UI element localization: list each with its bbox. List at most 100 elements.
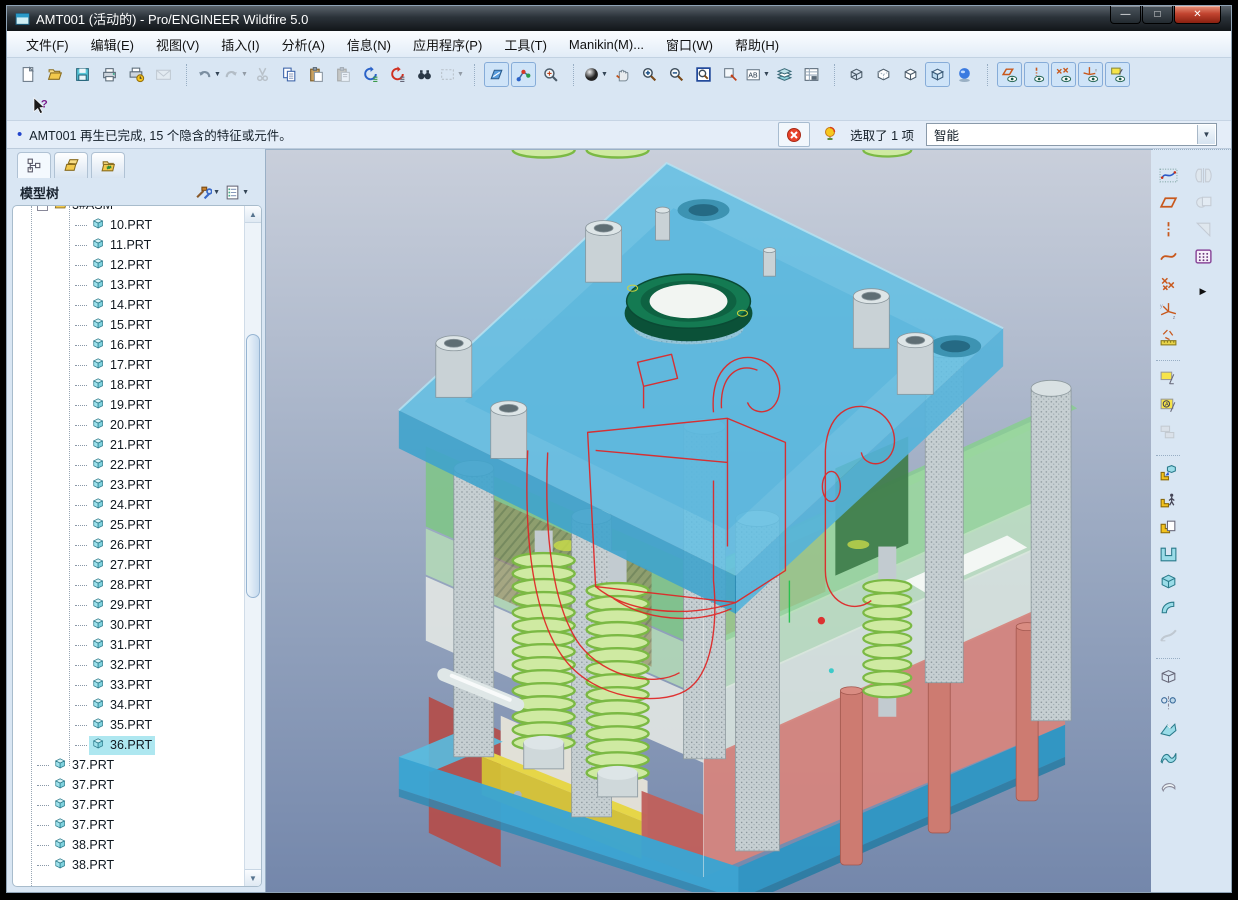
surface-tool-button[interactable] <box>1154 744 1182 771</box>
tree-item[interactable]: 16.PRT <box>13 335 244 355</box>
tree-item[interactable]: 19.PRT <box>13 395 244 415</box>
chevron-down-icon[interactable]: ▼ <box>1197 125 1215 144</box>
sketch-tool-button[interactable] <box>1154 162 1182 189</box>
favorites-tab[interactable] <box>91 152 125 178</box>
split-tool-button[interactable] <box>1189 162 1217 189</box>
scroll-up-arrow[interactable]: ▲ <box>245 206 261 223</box>
annotation-feature-button[interactable] <box>1154 365 1182 392</box>
wireframe-button[interactable] <box>844 62 869 87</box>
tree-item[interactable]: 18.PRT <box>13 375 244 395</box>
tree-item[interactable]: 38.PRT <box>13 835 244 855</box>
tree-item[interactable]: 21.PRT <box>13 435 244 455</box>
selection-filter-combobox[interactable]: 智能 ▼ <box>926 123 1217 146</box>
tree-item[interactable]: 28.PRT <box>13 575 244 595</box>
print-button[interactable] <box>97 62 122 87</box>
flatten-tool-button[interactable] <box>1154 717 1182 744</box>
datum-csys-tool-button[interactable]: yz <box>1154 297 1182 324</box>
new-file-button[interactable] <box>16 62 41 87</box>
regenerate-button[interactable] <box>358 62 383 87</box>
zoom-in-button[interactable] <box>637 62 662 87</box>
render-style-button[interactable]: ▼ <box>583 62 608 87</box>
tree-item[interactable]: 10.PRT <box>13 215 244 235</box>
maximize-button[interactable]: □ <box>1142 6 1173 24</box>
tree-item[interactable]: 31.PRT <box>13 635 244 655</box>
tree-clipped-row[interactable]: −3#ASM <box>13 206 244 215</box>
datum-plane-tool-button[interactable] <box>1154 189 1182 216</box>
annotation-extra-button[interactable] <box>1154 419 1182 446</box>
tree-item[interactable]: 15.PRT <box>13 315 244 335</box>
tree-item[interactable]: 23.PRT <box>13 475 244 495</box>
folder-browser-tab[interactable] <box>54 152 88 178</box>
select-box-button[interactable]: ▼ <box>439 62 464 87</box>
paste-special-button[interactable] <box>331 62 356 87</box>
reorient-button[interactable] <box>718 62 743 87</box>
menu-item[interactable]: 插入(I) <box>210 32 270 57</box>
close-button[interactable]: ✕ <box>1174 6 1221 24</box>
chevron-down-icon[interactable]: ▼ <box>457 71 464 78</box>
paste-button[interactable] <box>304 62 329 87</box>
wireframe-box-tool-button[interactable] <box>1154 663 1182 690</box>
revolve-tool-button[interactable] <box>1154 595 1182 622</box>
menu-item[interactable]: 应用程序(P) <box>402 32 493 57</box>
boundary-tool-button[interactable] <box>1154 771 1182 798</box>
search-3d-button[interactable] <box>538 62 563 87</box>
tree-item[interactable]: 11.PRT <box>13 235 244 255</box>
trim-tool-button[interactable] <box>1189 216 1217 243</box>
annotations-toggle-button[interactable] <box>1105 62 1130 87</box>
assemble-component-button[interactable] <box>1154 460 1182 487</box>
open-file-button[interactable] <box>43 62 68 87</box>
viewport-3d[interactable] <box>265 149 1151 892</box>
layers-button[interactable] <box>772 62 797 87</box>
datum-planes-toggle-button[interactable] <box>997 62 1022 87</box>
datum-curve-tool-button[interactable] <box>1154 243 1182 270</box>
tree-item[interactable]: 29.PRT <box>13 595 244 615</box>
menu-item[interactable]: 工具(T) <box>493 32 558 57</box>
tree-item[interactable]: 14.PRT <box>13 295 244 315</box>
chevron-down-icon[interactable]: ▼ <box>241 71 248 78</box>
regenerate-manager-button[interactable] <box>385 62 410 87</box>
undo-button[interactable]: ▼ <box>196 62 221 87</box>
redo-button[interactable]: ▼ <box>223 62 248 87</box>
keyboard-panel-button[interactable] <box>1189 243 1217 270</box>
menu-item[interactable]: 信息(N) <box>336 32 402 57</box>
refit-button[interactable] <box>691 62 716 87</box>
tree-item[interactable]: 36.PRT <box>13 735 244 755</box>
tree-settings-menu[interactable]: ▼ <box>195 184 220 201</box>
datum-points-toggle-button[interactable] <box>1051 62 1076 87</box>
stop-button[interactable] <box>778 122 810 147</box>
chevron-down-icon[interactable]: ▼ <box>214 71 221 78</box>
tree-item[interactable]: 32.PRT <box>13 655 244 675</box>
tree-item[interactable]: 37.PRT <box>13 755 244 775</box>
scroll-down-arrow[interactable]: ▼ <box>245 869 261 886</box>
no-hidden-line-button[interactable] <box>898 62 923 87</box>
tree-item[interactable]: 17.PRT <box>13 355 244 375</box>
point-ruler-tool-button[interactable] <box>1154 324 1182 351</box>
tree-item[interactable]: 12.PRT <box>13 255 244 275</box>
tree-item[interactable]: 13.PRT <box>13 275 244 295</box>
saved-views-button[interactable]: AB▼ <box>745 62 770 87</box>
zoom-out-button[interactable] <box>664 62 689 87</box>
datum-display-filter-button[interactable] <box>484 62 509 87</box>
tree-item[interactable]: 22.PRT <box>13 455 244 475</box>
copy-button[interactable] <box>277 62 302 87</box>
pan-spin-hand-button[interactable] <box>610 62 635 87</box>
title-bar[interactable]: AMT001 (活动的) - Pro/ENGINEER Wildfire 5.0… <box>7 6 1231 31</box>
minimize-button[interactable]: — <box>1110 6 1141 24</box>
tree-item[interactable]: 24.PRT <box>13 495 244 515</box>
scrollbar-thumb[interactable] <box>246 334 260 598</box>
datum-axis-tool-button[interactable] <box>1154 216 1182 243</box>
chevron-down-icon[interactable]: ▼ <box>763 71 770 78</box>
menu-item[interactable]: 分析(A) <box>271 32 336 57</box>
menu-item[interactable]: 编辑(E) <box>80 32 145 57</box>
create-component-button[interactable] <box>1154 514 1182 541</box>
tree-item[interactable]: 33.PRT <box>13 675 244 695</box>
shaded-button[interactable] <box>925 62 950 87</box>
menu-item[interactable]: 窗口(W) <box>655 32 724 57</box>
model-tree-tab[interactable] <box>17 152 51 178</box>
sweep-tool-button[interactable] <box>1154 622 1182 649</box>
save-file-button[interactable] <box>70 62 95 87</box>
send-email-button[interactable] <box>151 62 176 87</box>
view-manager-button[interactable] <box>799 62 824 87</box>
datum-point-flyout-arrow[interactable]: ▶ <box>1200 286 1207 297</box>
tree-item[interactable]: 37.PRT <box>13 775 244 795</box>
